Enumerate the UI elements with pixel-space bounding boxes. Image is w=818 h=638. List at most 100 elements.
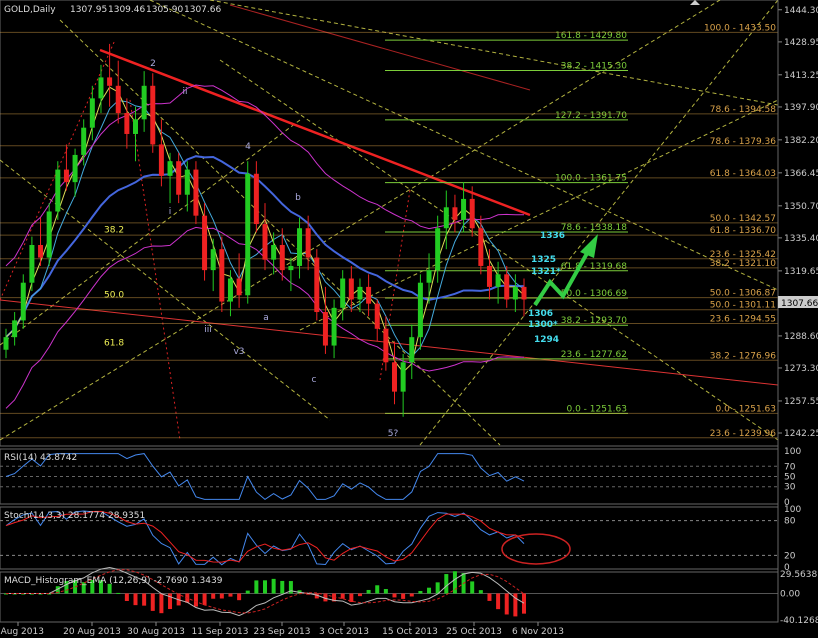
candle-body [409, 337, 415, 363]
stoch-tick-label: 80 [784, 517, 796, 527]
time-tick-label: 15 Oct 2013 [382, 627, 438, 637]
candle-body [236, 278, 242, 296]
candle-body [115, 85, 121, 114]
candle-body [167, 161, 173, 176]
target-price-label: 1294 [534, 335, 559, 345]
price-tick-label: 1428.95 [784, 38, 818, 48]
candle-body [46, 211, 52, 258]
candle-body [38, 244, 44, 258]
chart-canvas: 161.8 - 1429.8038.2 - 1415.30127.2 - 139… [0, 0, 818, 637]
candle-body [305, 228, 311, 258]
macd-histogram-bar [159, 593, 164, 614]
candle-body [279, 244, 285, 271]
candle-body [443, 207, 449, 229]
candle-body [63, 169, 69, 183]
macd-histogram-bar [150, 593, 155, 611]
price-tick-label: 1273.30 [784, 364, 818, 374]
fib-label-orange: 0.0 - 1251.63 [716, 404, 777, 414]
wave-label: 4 [245, 142, 251, 152]
macd-histogram-bar [452, 571, 457, 594]
fib-label-orange: 61.8 - 1364.03 [710, 169, 776, 179]
price-tick-label: 1397.90 [784, 103, 818, 113]
wave-label: 2 [150, 59, 156, 69]
time-tick-label: 8 Aug 2013 [0, 627, 44, 637]
candle-body [495, 274, 501, 287]
fib-label-left: 38.2 [104, 226, 124, 236]
candle-body [193, 169, 199, 216]
macd-histogram-bar [219, 593, 224, 599]
macd-histogram-bar [409, 593, 414, 597]
stoch-label: Stoch(14,3,3) 28.1774 28.9351 [4, 511, 145, 521]
macd-histogram-bar [245, 590, 250, 594]
candle-body [357, 286, 363, 300]
time-tick-label: 6 Nov 2013 [512, 627, 564, 637]
time-tick-label: 3 Oct 2013 [319, 627, 369, 637]
candle-body [374, 303, 380, 329]
candle-body [219, 249, 225, 302]
candle-body [3, 337, 9, 350]
candle-body [486, 265, 492, 287]
candle-body [340, 278, 346, 308]
candle-body [176, 161, 182, 195]
macd-histogram-bar [124, 593, 129, 601]
macd-histogram-bar [470, 581, 475, 594]
fib-label-left: 61.8 [104, 339, 124, 349]
candle-body [124, 113, 130, 134]
price-tick-label: 1413.25 [784, 71, 818, 81]
candle-body [383, 328, 389, 363]
macd-histogram-bar [504, 593, 509, 615]
candle-body [288, 265, 294, 271]
macd-histogram-bar [522, 593, 526, 614]
fib-label-green: 38.2 - 1415.30 [561, 61, 627, 71]
price-tick-label: 1242.25 [784, 429, 818, 439]
fib-label-orange: 78.6 - 1379.36 [710, 137, 776, 147]
candle-body [72, 154, 78, 183]
candle-body [107, 77, 113, 86]
wave-label: i [169, 207, 172, 217]
fib-label-green: 61.8 - 1319.68 [561, 262, 627, 272]
macd-histogram-bar [444, 574, 449, 594]
macd-histogram-bar [418, 590, 423, 594]
candle-body [158, 144, 164, 176]
macd-histogram-bar [228, 593, 233, 597]
candle-body [20, 282, 26, 321]
candle-body [297, 228, 303, 266]
fib-label-orange: 78.6 - 1394.58 [710, 105, 776, 115]
candle-body [98, 77, 104, 99]
price-tick-label: 1444.30 [784, 6, 818, 16]
fib-label-orange: 23.6 - 1239.96 [710, 429, 776, 439]
macd-histogram-bar [487, 593, 492, 601]
wave-label: v3 [233, 347, 244, 357]
candle-body [253, 173, 259, 225]
wave-label: c [312, 375, 317, 385]
rsi-tick-label: 50 [784, 473, 796, 483]
target-price-label: 1321* [531, 267, 561, 277]
symbol-label: GOLD,Daily [4, 5, 56, 15]
candle-body [461, 198, 467, 220]
fib-label-left: 50.0 [104, 290, 124, 300]
gold-daily-chart: 161.8 - 1429.80 38.2 - 1415.30 127.2 - 139… [0, 0, 818, 638]
candle-body [227, 278, 233, 302]
stoch-tick-label: 100 [784, 505, 801, 515]
candle-body [435, 228, 441, 271]
fib-label-green: 38.2 - 1293.70 [561, 316, 627, 326]
candle-body [262, 224, 268, 260]
rsi-label: RSI(14) 43.8742 [4, 453, 77, 463]
candle-body [55, 169, 61, 212]
candle-body [12, 320, 18, 338]
macd-histogram-bar [392, 593, 397, 598]
candle-body [210, 249, 216, 271]
price-tick-label: 1257.55 [784, 397, 818, 407]
wave-label: 5? [388, 429, 399, 439]
fib-label-orange: 50.0 - 1306.87 [710, 289, 776, 299]
candle-body [392, 362, 397, 392]
macd-histogram-bar [478, 590, 483, 594]
macd-histogram-bar [375, 585, 380, 594]
fib-label-green: 78.6 - 1338.18 [561, 223, 627, 233]
macd-histogram-bar [193, 593, 198, 607]
macd-histogram-bar [133, 593, 138, 606]
candle-body [512, 286, 518, 300]
candle-body [417, 282, 423, 338]
fib-label-orange: 50.0 - 1342.57 [710, 214, 776, 224]
price-tick-label: 1319.65 [784, 267, 818, 277]
